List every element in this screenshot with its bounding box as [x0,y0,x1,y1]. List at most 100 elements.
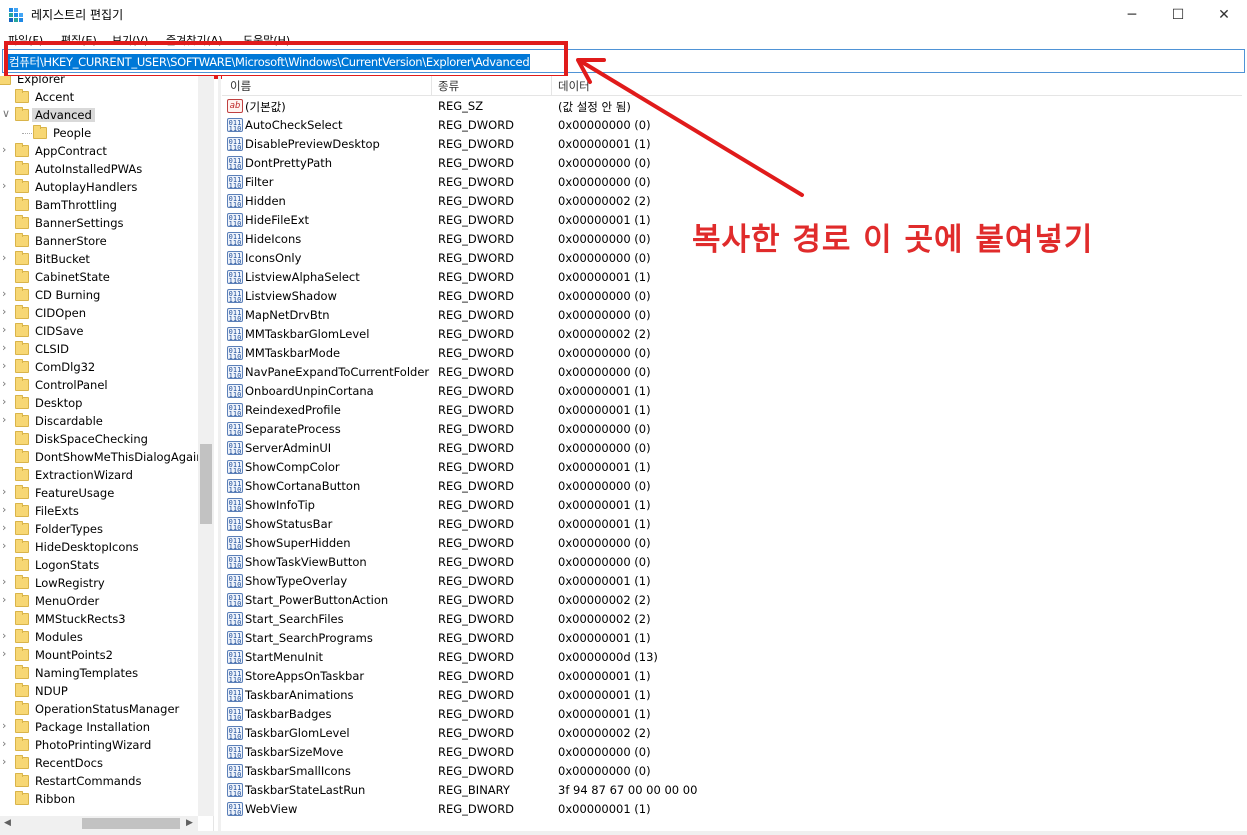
expand-chevron-icon[interactable]: › [2,719,12,732]
value-row[interactable]: 011 110 ShowTaskViewButton REG_DWORD 0x00000… [222,553,1222,572]
tree-item[interactable]: › FeatureUsage [0,484,198,502]
expand-chevron-icon[interactable]: › [2,413,12,426]
value-row[interactable]: 011 110 NavPaneExpandToCurrentFolder REG_DW… [222,363,1222,382]
expand-chevron-icon[interactable]: › [2,503,12,516]
tree-item[interactable]: DontShowMeThisDialogAgain [0,448,204,466]
value-row[interactable]: 011 110 MMTaskbarMode REG_DWORD 0x00000000 (… [222,344,1222,363]
value-row[interactable]: 011 110 ShowStatusBar REG_DWORD 0x00000001 (… [222,515,1222,534]
tree-item[interactable]: BamThrottling [0,196,198,214]
value-row[interactable]: 011 110 TaskbarGlomLevel REG_DWORD 0x0000000… [222,724,1222,743]
value-row[interactable]: 011 110 MMTaskbarGlomLevel REG_DWORD 0x00000… [222,325,1222,344]
expand-chevron-icon[interactable]: › [2,341,12,354]
tree-item[interactable]: › ComDlg32 [0,358,198,376]
expand-chevron-icon[interactable]: › [2,593,12,606]
tree-item[interactable]: › CD Burning [0,286,198,304]
pane-splitter[interactable] [218,76,221,831]
tree-item[interactable]: › FolderTypes [0,520,198,538]
value-row[interactable]: 011 110 Start_SearchPrograms REG_DWORD 0x000… [222,629,1222,648]
tree-item[interactable]: CabinetState [0,268,198,286]
column-header-name[interactable]: 이름 [230,78,251,94]
tree-item[interactable]: › AutoplayHandlers [0,178,198,196]
tree-item[interactable]: Ribbon [0,790,198,808]
expand-chevron-icon[interactable]: › [2,629,12,642]
tree-item[interactable]: NDUP [0,682,198,700]
tree-vertical-scroll-thumb[interactable] [200,444,212,524]
expand-chevron-icon[interactable]: › [2,521,12,534]
tree-item[interactable]: Accent [0,88,198,106]
value-row[interactable]: 011 110 TaskbarStateLastRun REG_BINARY 3f 94… [222,781,1222,800]
scroll-right-icon[interactable]: ▶ [186,818,193,828]
expand-chevron-icon[interactable]: › [2,647,12,660]
tree-item[interactable]: › AppContract [0,142,198,160]
value-row[interactable]: 011 110 ListviewAlphaSelect REG_DWORD 0x0000… [222,268,1222,287]
expand-chevron-icon[interactable]: › [2,143,12,156]
value-row[interactable]: 011 110 StoreAppsOnTaskbar REG_DWORD 0x00000… [222,667,1222,686]
value-row[interactable]: 011 110 ShowSuperHidden REG_DWORD 0x00000000… [222,534,1222,553]
expand-chevron-icon[interactable]: › [2,287,12,300]
tree-horizontal-scroll-thumb[interactable] [82,818,180,829]
value-row[interactable]: 011 110 Start_SearchFiles REG_DWORD 0x000000… [222,610,1222,629]
value-row[interactable]: 011 110 TaskbarBadges REG_DWORD 0x00000001 (… [222,705,1222,724]
expand-chevron-icon[interactable]: › [2,539,12,552]
value-row[interactable]: 011 110 ShowTypeOverlay REG_DWORD 0x00000001… [222,572,1222,591]
tree-item[interactable]: › Desktop [0,394,198,412]
expand-chevron-icon[interactable]: › [2,179,12,192]
value-row[interactable]: 011 110 TaskbarAnimations REG_DWORD 0x000000… [222,686,1222,705]
value-row[interactable]: 011 110 TaskbarSmallIcons REG_DWORD 0x000000… [222,762,1222,781]
value-row[interactable]: 011 110 SeparateProcess REG_DWORD 0x00000000… [222,420,1222,439]
value-row[interactable]: 011 110 WebView REG_DWORD 0x00000001 (1) [222,800,1222,819]
tree-item[interactable]: › MountPoints2 [0,646,198,664]
tree-item[interactable]: OperationStatusManager [0,700,198,718]
tree-item[interactable]: › HideDesktopIcons [0,538,198,556]
value-row[interactable]: 011 110 ReindexedProfile REG_DWORD 0x0000000… [222,401,1222,420]
expand-chevron-icon[interactable]: › [2,377,12,390]
tree-item[interactable]: LogonStats [0,556,198,574]
value-row[interactable]: 011 110 TaskbarSizeMove REG_DWORD 0x00000000… [222,743,1222,762]
expand-chevron-icon[interactable]: › [2,755,12,768]
value-row[interactable]: 011 110 StartMenuInit REG_DWORD 0x0000000d (… [222,648,1222,667]
tree-item[interactable]: › ControlPanel [0,376,198,394]
expand-chevron-icon[interactable]: › [2,251,12,264]
tree-item[interactable]: › MenuOrder [0,592,198,610]
tree-item[interactable]: › BitBucket [0,250,198,268]
tree-item[interactable]: NamingTemplates [0,664,198,682]
expand-chevron-icon[interactable]: › [2,737,12,750]
expand-chevron-icon[interactable]: › [2,305,12,318]
column-divider[interactable] [551,76,552,95]
tree-item[interactable]: People [0,124,198,142]
tree-item[interactable]: MMStuckRects3 [0,610,198,628]
value-row[interactable]: 011 110 MapNetDrvBtn REG_DWORD 0x00000000 (0… [222,306,1222,325]
value-row[interactable]: 011 110 ListviewShadow REG_DWORD 0x00000000 … [222,287,1222,306]
value-row[interactable]: 011 110 ShowInfoTip REG_DWORD 0x00000001 (1) [222,496,1222,515]
tree-item[interactable]: BannerSettings [0,214,198,232]
tree-item[interactable]: › CLSID [0,340,198,358]
tree-item[interactable]: › Package Installation [0,718,198,736]
minimize-button[interactable]: ─ [1109,0,1155,30]
tree-item[interactable]: › LowRegistry [0,574,198,592]
tree-item[interactable]: › Discardable [0,412,198,430]
tree-item[interactable]: BannerStore [0,232,198,250]
tree-item[interactable]: AutoInstalledPWAs [0,160,198,178]
column-header-type[interactable]: 종류 [438,78,459,94]
expand-chevron-icon[interactable]: › [2,485,12,498]
expand-chevron-icon[interactable]: › [2,359,12,372]
tree-item[interactable]: › FileExts [0,502,198,520]
expand-chevron-icon[interactable]: › [2,323,12,336]
expand-chevron-icon[interactable]: › [2,395,12,408]
tree-item[interactable]: › CIDOpen [0,304,198,322]
value-row[interactable]: 011 110 Start_PowerButtonAction REG_DWORD 0x… [222,591,1222,610]
value-row[interactable]: 011 110 ServerAdminUI REG_DWORD 0x00000000 (… [222,439,1222,458]
column-divider[interactable] [431,76,432,95]
tree-item[interactable]: › RecentDocs [0,754,198,772]
tree-item[interactable]: RestartCommands [0,772,198,790]
value-row[interactable]: 011 110 ShowCompColor REG_DWORD 0x00000001 (… [222,458,1222,477]
collapse-chevron-icon[interactable]: ∨ [2,107,12,120]
maximize-button[interactable]: ☐ [1155,0,1201,30]
tree-item[interactable]: ∨ Advanced [0,106,198,124]
key-tree[interactable]: Explorer Accent ∨ Advanced People › AppContrac… [0,76,214,831]
close-button[interactable]: ✕ [1201,0,1247,30]
tree-item[interactable]: DiskSpaceChecking [0,430,198,448]
value-row[interactable]: 011 110 ShowCortanaButton REG_DWORD 0x000000… [222,477,1222,496]
tree-item[interactable]: Explorer [0,76,198,88]
scroll-left-icon[interactable]: ◀ [4,818,11,828]
